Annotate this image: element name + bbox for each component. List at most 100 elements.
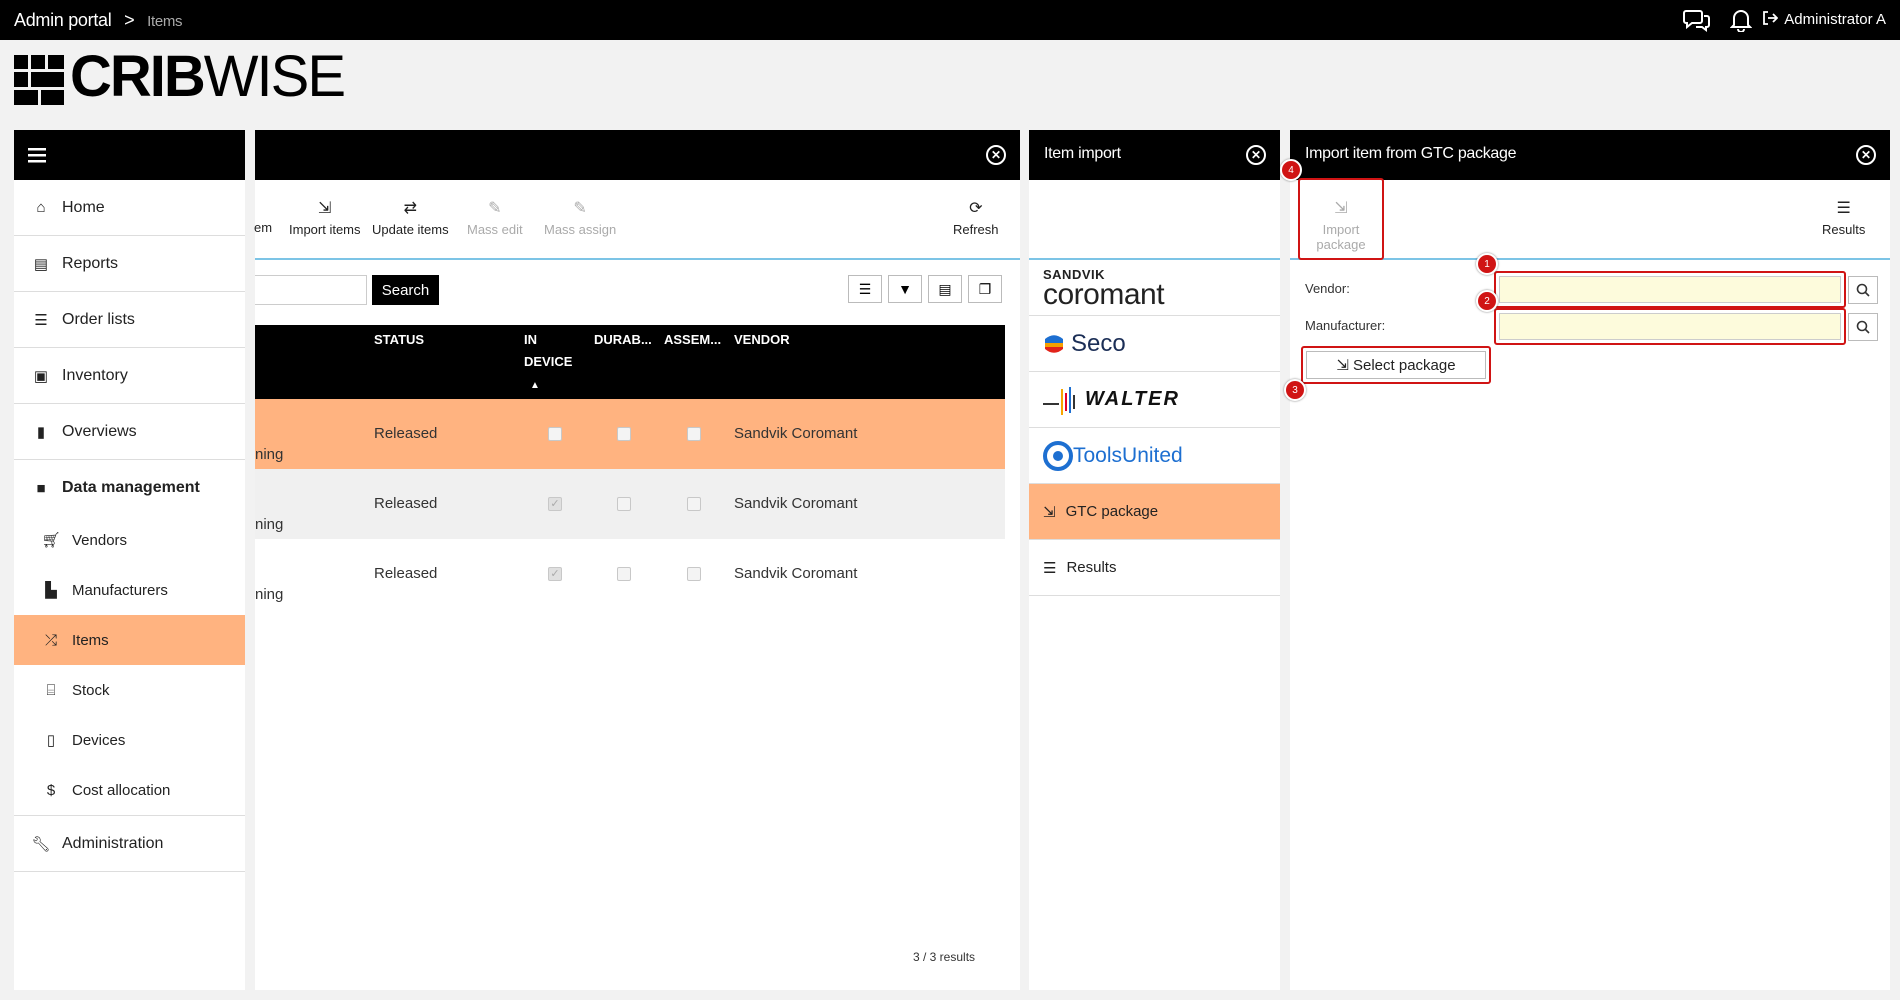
home-icon: ⌂	[36, 199, 46, 216]
vendor-label: Vendor:	[1305, 281, 1350, 296]
durable-checkbox[interactable]	[617, 427, 631, 441]
sidebar-subitem-devices[interactable]: ▯ Devices	[14, 715, 245, 765]
sidebar-subitem-stock[interactable]: ⌸ Stock	[14, 665, 245, 715]
sidebar-item-order-lists[interactable]: ☰ Order lists	[14, 292, 245, 348]
sidebar-item-inventory[interactable]: ▣ Inventory	[14, 348, 245, 404]
row-vendor: Sandvik Coromant	[734, 425, 858, 442]
col-in-device[interactable]: IN DEVICE ▲	[524, 329, 572, 397]
vendor-seco[interactable]: Seco	[1029, 316, 1280, 372]
sidebar-item-administration[interactable]: 🔧︎ Administration	[14, 816, 245, 872]
cart-icon: 🛒︎	[41, 532, 61, 549]
import-package-button[interactable]: ⇲ Import package	[1303, 198, 1379, 252]
top-bar	[0, 0, 1900, 40]
refresh-button[interactable]: ⟳ Refresh	[953, 198, 999, 237]
pencil-icon: ✎	[573, 200, 587, 217]
filter-icon[interactable]: ▼	[888, 275, 922, 303]
user-name[interactable]: Administrator A	[1784, 11, 1886, 28]
sidebar-item-reports[interactable]: ▤ Reports	[14, 236, 245, 292]
row-partial-text: ning	[255, 586, 284, 603]
breadcrumb-root[interactable]: Admin portal	[14, 10, 112, 30]
shuffle-icon: ⤮	[44, 631, 57, 649]
search-button[interactable]: Search	[372, 275, 439, 305]
vendor-walter[interactable]: WALTER	[1029, 372, 1280, 428]
mass-edit-button[interactable]: ✎ Mass edit	[467, 198, 523, 237]
chat-icon[interactable]	[1683, 8, 1710, 32]
sandvik-logo-bottom: coromant	[1043, 277, 1165, 311]
sort-asc-icon: ▲	[530, 380, 540, 391]
printer-icon: ▤	[33, 255, 49, 273]
copy-icon[interactable]: ❐	[968, 275, 1002, 303]
manufacturer-field[interactable]	[1499, 313, 1841, 340]
list-view-icon[interactable]: ☰	[848, 275, 882, 303]
close-icon[interactable]: ✕	[986, 145, 1006, 165]
assembly-checkbox[interactable]	[687, 497, 701, 511]
bell-icon[interactable]	[1729, 8, 1756, 33]
list-icon: ☰	[34, 311, 48, 329]
swap-icon: ⇄	[403, 200, 417, 217]
row-vendor: Sandvik Coromant	[734, 495, 858, 512]
logout-icon[interactable]	[1762, 10, 1779, 28]
row-partial-text: ning	[255, 446, 284, 463]
manufacturer-label: Manufacturer:	[1305, 318, 1386, 333]
in-device-checkbox[interactable]	[548, 427, 562, 441]
gtc-panel-title: Import item from GTC package	[1305, 145, 1517, 162]
results-count: 3 / 3 results	[913, 950, 976, 964]
bar-chart-icon: ▮	[36, 423, 46, 441]
walter-logo-icon	[1043, 385, 1083, 415]
columns-icon[interactable]: ▤	[928, 275, 962, 303]
assembly-checkbox[interactable]	[687, 427, 701, 441]
close-icon[interactable]: ✕	[1856, 145, 1876, 165]
file-import-icon: ⇲	[1334, 200, 1348, 217]
gtc-package-item[interactable]: ⇲ GTC package	[1029, 484, 1280, 540]
manufacturer-search-icon[interactable]	[1848, 313, 1878, 341]
sidebar-subitem-cost-allocation[interactable]: $ Cost allocation	[14, 765, 245, 816]
mass-assign-button[interactable]: ✎ Mass assign	[544, 198, 616, 237]
file-import-icon: ⇲	[1043, 503, 1056, 521]
vendor-sandvik[interactable]: SANDVIK coromant	[1029, 260, 1280, 316]
col-vendor[interactable]: VENDOR	[734, 329, 790, 351]
sidebar-item-overviews[interactable]: ▮ Overviews	[14, 404, 245, 460]
vendor-search-icon[interactable]	[1848, 276, 1878, 304]
durable-checkbox[interactable]	[617, 497, 631, 511]
durable-checkbox[interactable]	[617, 567, 631, 581]
assembly-checkbox[interactable]	[687, 567, 701, 581]
list-icon: ☰	[1836, 200, 1851, 217]
partial-button[interactable]: em	[254, 198, 272, 235]
vendor-toolsunited[interactable]: ToolsUnited	[1029, 428, 1280, 484]
sidebar-subitem-manufacturers[interactable]: ▙ Manufacturers	[14, 565, 245, 615]
sidebar-subitem-items[interactable]: ⤮ Items	[14, 615, 245, 665]
factory-icon: ▙	[45, 582, 57, 599]
breadcrumb: Admin portal > Items	[14, 10, 183, 31]
wrench-icon: 🔧︎	[31, 835, 51, 853]
import-items-button[interactable]: ⇲ Import items	[289, 198, 361, 237]
sidebar-item-data-management[interactable]: ■ Data management	[14, 460, 245, 516]
col-assembly[interactable]: ASSEM...	[664, 329, 721, 351]
hamburger-icon[interactable]	[28, 147, 46, 167]
select-package-button[interactable]: ⇲ Select package	[1306, 351, 1486, 379]
row-status: Released	[374, 565, 438, 582]
vendor-field[interactable]	[1499, 276, 1841, 303]
user-menu[interactable]: Administrator A	[1762, 10, 1892, 28]
col-status[interactable]: STATUS	[374, 329, 424, 351]
toolsunited-logo-icon	[1043, 440, 1073, 471]
row-status: Released	[374, 425, 438, 442]
results-button[interactable]: ☰ Results	[1822, 198, 1865, 237]
search-input[interactable]	[255, 275, 367, 305]
dollar-icon: $	[46, 781, 56, 799]
list-icon: ☰	[1043, 559, 1057, 577]
logo-mark	[14, 55, 64, 109]
step-badge-2: 2	[1476, 290, 1498, 312]
logo-text: CRIBWISE	[70, 44, 346, 109]
update-items-button[interactable]: ⇄ Update items	[372, 198, 449, 237]
close-icon[interactable]: ✕	[1246, 145, 1266, 165]
step-badge-3: 3	[1284, 379, 1306, 401]
col-durable[interactable]: DURAB...	[594, 329, 652, 351]
items-panel-header	[255, 130, 1020, 180]
step-badge-4: 4	[1280, 159, 1302, 181]
in-device-checkbox[interactable]	[548, 567, 562, 581]
row-status: Released	[374, 495, 438, 512]
sidebar-item-home[interactable]: ⌂ Home	[14, 180, 245, 236]
in-device-checkbox[interactable]	[548, 497, 562, 511]
results-item[interactable]: ☰ Results	[1029, 540, 1280, 596]
sidebar-subitem-vendors[interactable]: 🛒︎ Vendors	[14, 515, 245, 565]
